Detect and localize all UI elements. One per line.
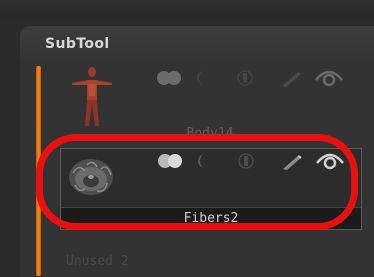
panel-title: SubTool <box>45 36 110 52</box>
moon-icon[interactable] <box>194 70 212 86</box>
human-figure-icon <box>68 66 116 128</box>
eye-icon[interactable] <box>315 149 345 171</box>
brush-icon[interactable] <box>280 70 304 88</box>
top-strip <box>0 0 374 20</box>
visibility-toggle-icon[interactable] <box>157 153 185 169</box>
dim-circle-icon[interactable] <box>236 70 254 86</box>
active-indicator-bar <box>36 66 41 276</box>
panel-header[interactable]: SubTool <box>20 27 374 61</box>
moon-icon[interactable] <box>195 153 213 169</box>
subtool-item-body[interactable]: Body14 <box>60 64 360 146</box>
fiber-mesh-icon <box>65 153 117 201</box>
brush-icon[interactable] <box>281 153 305 171</box>
dim-circle-icon[interactable] <box>237 153 255 169</box>
subtool-item-fibers[interactable]: Fibers2 <box>60 148 362 230</box>
visibility-toggle-icon[interactable] <box>156 70 184 86</box>
subtool-name: Unused 2 <box>66 254 129 269</box>
eye-icon[interactable] <box>314 66 344 88</box>
subtool-item-unused[interactable]: Unused 2 <box>60 252 360 272</box>
subtool-name: Fibers2 <box>61 207 361 229</box>
subtool-name: Body14 <box>186 126 234 141</box>
